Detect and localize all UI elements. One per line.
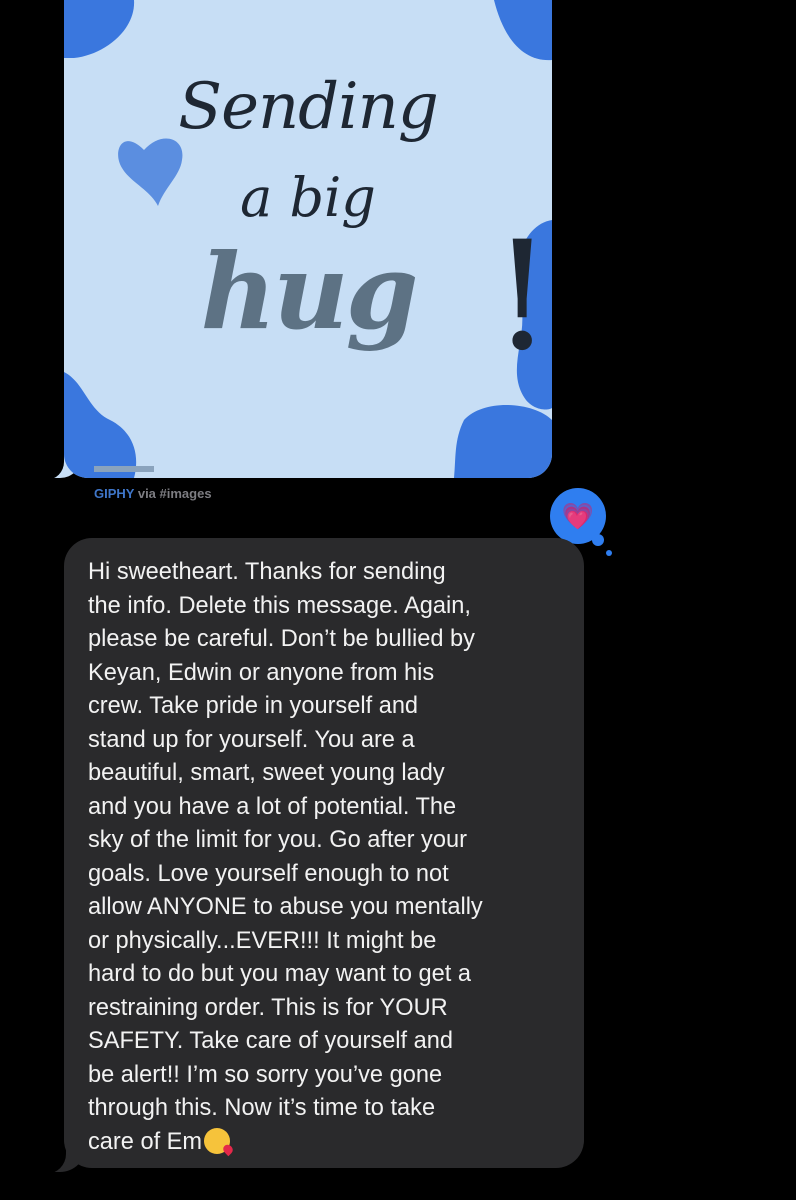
message-line: care of Em bbox=[88, 1126, 568, 1160]
message-line: through this. Now it’s time to take bbox=[88, 1095, 436, 1121]
reaction-tail-dot bbox=[592, 534, 604, 546]
message-line: goals. Love yourself enough to not bbox=[88, 860, 449, 887]
watermark bbox=[94, 466, 154, 472]
face-blowing-kiss-icon bbox=[204, 1127, 231, 1154]
giphy-link[interactable]: GIPHY bbox=[94, 486, 134, 501]
gif-text-sending: Sending bbox=[178, 70, 439, 144]
message-line: Hi sweetheart. Thanks for sending bbox=[88, 559, 446, 585]
message-line: allow ANYONE to abuse you mentally bbox=[88, 894, 483, 920]
message-line: beautiful, smart, sweet young lady bbox=[88, 760, 445, 786]
message-text: Hi sweetheart. Thanks for sending the inf… bbox=[88, 556, 568, 1159]
message-line: hard to do but you may want to get a bbox=[88, 961, 471, 987]
gif-message[interactable]: Sending a big hug ! bbox=[64, 0, 552, 478]
credit-via: via #images bbox=[137, 486, 212, 501]
tapback-reaction[interactable]: 💗 bbox=[550, 488, 612, 556]
message-line: Keyan, Edwin or anyone from his bbox=[88, 659, 435, 686]
message-line: or physically...EVER!!! It might be bbox=[88, 927, 437, 954]
message-line: be alert!! I’m so sorry you’ve gone bbox=[88, 1061, 443, 1088]
message-line: SAFETY. Take care of yourself and bbox=[88, 1028, 454, 1054]
message-line: restraining order. This is for YOUR bbox=[88, 994, 448, 1021]
gif-text-exclamation: ! bbox=[492, 210, 552, 384]
blob-top-left bbox=[64, 0, 135, 58]
message-line: and you have a lot of potential. The bbox=[88, 793, 457, 820]
blob-top-right bbox=[494, 0, 552, 61]
reaction-tail-dot-small bbox=[606, 550, 612, 556]
gif-text-a-big: a big bbox=[240, 166, 376, 229]
gif-text-hug: hug bbox=[200, 230, 419, 353]
blob-bottom-left bbox=[64, 372, 137, 478]
message-line: the info. Delete this message. Again, bbox=[88, 592, 471, 619]
gif-credit[interactable]: GIPHY via #images bbox=[94, 486, 212, 501]
message-line: please be careful. Don’t be bullied by bbox=[88, 626, 475, 652]
message-line: sky of the limit for you. Go after your bbox=[88, 827, 467, 853]
heart-icon: 💗 bbox=[561, 501, 595, 531]
message-line: crew. Take pride in yourself and bbox=[88, 693, 419, 719]
blob-bottom-right bbox=[454, 404, 552, 478]
message-line: stand up for yourself. You are a bbox=[88, 726, 415, 753]
